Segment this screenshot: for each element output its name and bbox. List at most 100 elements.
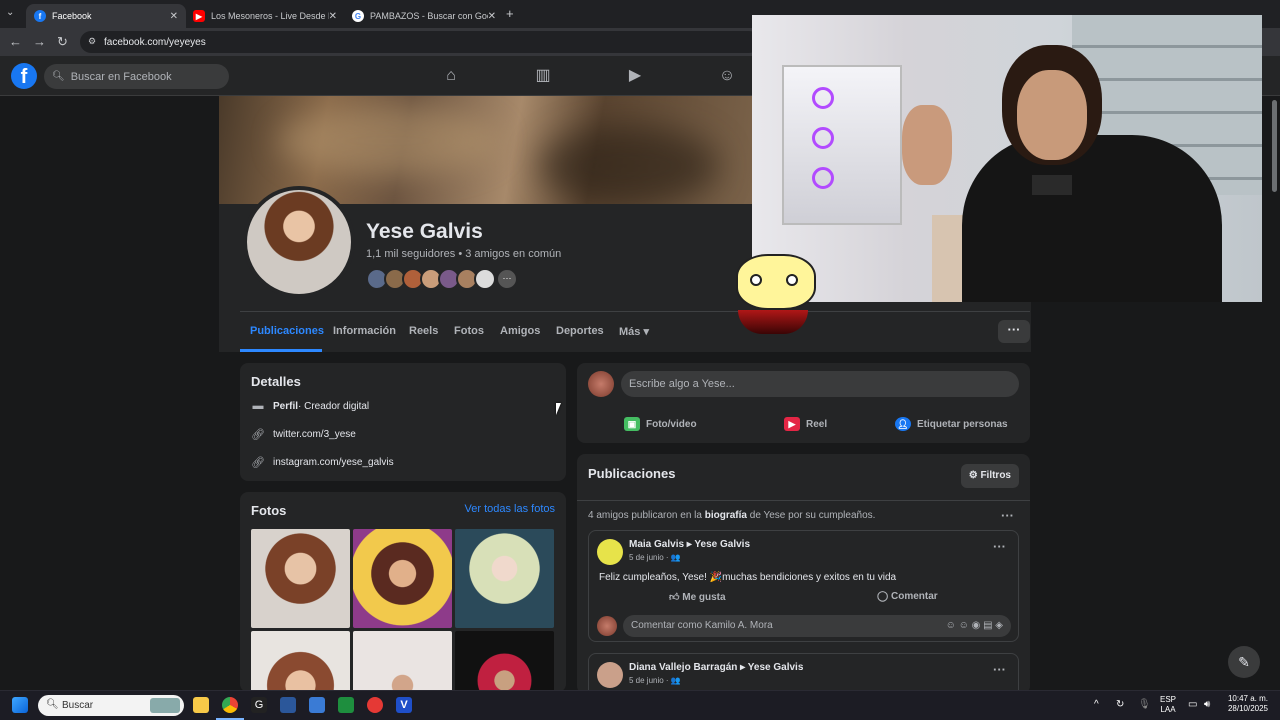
app-icon[interactable] xyxy=(338,697,354,713)
photo-video-button[interactable]: ▣ Foto/video xyxy=(624,417,697,431)
volume-icon[interactable]: 🔊︎ xyxy=(1204,699,1210,710)
post-date[interactable]: 5 de junio · 👥 xyxy=(629,676,681,685)
feeds-icon[interactable]: ▥ xyxy=(534,67,552,85)
post-author-avatar[interactable] xyxy=(597,539,623,565)
post-more-icon[interactable]: ··· xyxy=(993,539,1006,554)
search-placeholder: Buscar en Facebook xyxy=(70,70,172,83)
reload-icon[interactable]: ↻ xyxy=(57,34,68,50)
close-tab-icon[interactable]: ✕ xyxy=(170,11,178,22)
tray-chevron-icon[interactable]: ^ xyxy=(1094,699,1099,710)
site-info-icon[interactable]: ⚙ xyxy=(88,36,96,47)
mascot-sticker xyxy=(728,236,828,336)
close-tab-icon[interactable]: ✕ xyxy=(329,11,337,22)
tab-fotos[interactable]: Fotos xyxy=(454,325,484,337)
new-tab-button[interactable]: + xyxy=(506,6,514,21)
comment-emoji-icons[interactable]: ☺ ☺ ◉ ▤ ◈ xyxy=(946,615,1003,637)
comment-button[interactable]: ◯ Comentar xyxy=(877,591,938,602)
summary-link[interactable]: biografía xyxy=(705,510,747,521)
photo-thumbnail[interactable] xyxy=(353,529,452,628)
back-icon[interactable]: ← xyxy=(9,34,22,49)
tab-mas[interactable]: Más ▾ xyxy=(619,325,649,338)
divider xyxy=(577,500,1030,501)
details-row-instagram[interactable]: 🔗︎ instagram.com/yese_galvis xyxy=(251,456,394,469)
photo-thumbnail[interactable] xyxy=(353,631,452,692)
close-tab-icon[interactable]: ✕ xyxy=(488,11,496,22)
new-message-button[interactable]: ✎ xyxy=(1228,646,1260,678)
details-title: Detalles xyxy=(251,374,301,389)
network-icon[interactable]: ▭ xyxy=(1188,699,1197,710)
birthday-summary: 4 amigos publicaron en la biografía de Y… xyxy=(588,510,875,521)
profile-stats[interactable]: 1,1 mil seguidores • 3 amigos en común xyxy=(366,248,561,260)
tag-people-button[interactable]: 👤︎ Etiquetar personas xyxy=(895,417,1008,431)
facebook-logo-icon[interactable]: f xyxy=(11,63,37,89)
app-icon[interactable] xyxy=(367,697,383,713)
reel-button[interactable]: ▶ Reel xyxy=(784,417,827,431)
like-label: Me gusta xyxy=(682,592,726,603)
windows-taskbar: 🔍︎ Buscar G V ^ ↻ 🎙︎ ESP LAA ▭ 🔊︎ 10:47 … xyxy=(0,690,1280,720)
composer-input[interactable]: Escribe algo a Yese... xyxy=(621,371,1019,397)
windows-start-icon[interactable] xyxy=(12,697,28,713)
webcam-overlay xyxy=(752,15,1262,302)
tab-deportes[interactable]: Deportes xyxy=(556,325,604,337)
friend-avatar[interactable] xyxy=(474,268,496,290)
scrollbar-thumb[interactable] xyxy=(1272,100,1277,192)
tab-youtube[interactable]: ▶ Los Mesoneros - Live Desde Pa ✕ xyxy=(185,4,345,28)
facebook-search-input[interactable]: 🔍︎ Buscar en Facebook xyxy=(44,64,229,89)
details-row-twitter[interactable]: 🔗︎ twitter.com/3_yese xyxy=(251,428,356,441)
tab-amigos[interactable]: Amigos xyxy=(500,325,540,337)
photo-icon: ▣ xyxy=(624,417,640,431)
action-label: Reel xyxy=(806,418,828,430)
post-author-avatar[interactable] xyxy=(597,662,623,688)
search-icon: 🔍︎ xyxy=(46,699,59,710)
file-explorer-icon[interactable] xyxy=(193,697,209,713)
clock[interactable]: 10:47 a. m. 28/10/2025 xyxy=(1228,694,1268,714)
photo-thumbnail[interactable] xyxy=(455,529,554,628)
see-all-photos-link[interactable]: Ver todas las fotos xyxy=(465,503,556,515)
url-field[interactable]: ⚙ facebook.com/yeyeyes xyxy=(80,31,760,53)
calculator-icon[interactable] xyxy=(309,697,325,713)
tab-search-icon[interactable]: ⌄ xyxy=(6,7,14,18)
groups-icon[interactable]: ☺ xyxy=(718,67,736,85)
photos-title: Fotos xyxy=(251,503,287,518)
person-shirt-image xyxy=(962,135,1222,302)
comment-input[interactable]: Comentar como Kamilo A. Mora ☺ ☺ ◉ ▤ ◈ xyxy=(623,615,1011,637)
app-icon[interactable]: V xyxy=(396,697,412,713)
profile-avatar[interactable] xyxy=(243,186,355,298)
tab-informacion[interactable]: Información xyxy=(333,325,396,337)
filters-button[interactable]: ⚙ Filtros xyxy=(960,464,1019,488)
photo-thumbnail[interactable] xyxy=(455,631,554,692)
video-icon[interactable]: ▶ xyxy=(626,67,644,85)
detail-link[interactable]: twitter.com/3_yese xyxy=(273,429,356,440)
forward-icon[interactable]: → xyxy=(33,34,46,49)
tab-facebook[interactable]: f Facebook ✕ xyxy=(26,4,186,28)
tab-reels[interactable]: Reels xyxy=(409,325,438,337)
tab-publicaciones[interactable]: Publicaciones xyxy=(250,325,324,337)
taskbar-search[interactable]: 🔍︎ Buscar xyxy=(38,695,184,716)
summary-text: de Yese por su cumpleaños. xyxy=(746,510,876,521)
more-friends-icon[interactable]: ··· xyxy=(496,268,518,290)
like-button[interactable]: 👍︎ Me gusta xyxy=(669,591,726,603)
post-date[interactable]: 5 de junio · 👥 xyxy=(629,553,681,562)
app-icon[interactable]: G xyxy=(251,697,267,713)
sync-icon[interactable]: ↻ xyxy=(1116,699,1124,710)
profile-more-button[interactable]: ··· xyxy=(998,320,1030,343)
post-author[interactable]: Maia Galvis ▸ Yese Galvis xyxy=(629,539,750,550)
tab-google[interactable]: G PAMBAZOS - Buscar con Goog ✕ xyxy=(344,4,504,28)
home-icon[interactable]: ⌂ xyxy=(442,67,460,85)
comment-icon: ◯ xyxy=(877,591,891,602)
action-label: Foto/video xyxy=(646,418,697,430)
photo-thumbnail[interactable] xyxy=(251,631,350,692)
person-face-image xyxy=(1017,70,1087,160)
app-icon[interactable] xyxy=(280,697,296,713)
mascot-eye xyxy=(750,274,762,286)
post-author[interactable]: Diana Vallejo Barragán ▸ Yese Galvis xyxy=(629,662,803,673)
mic-icon[interactable]: 🎙︎ xyxy=(1138,699,1151,710)
summary-more-icon[interactable]: ··· xyxy=(1001,508,1014,523)
microphone-image xyxy=(1032,175,1072,195)
photo-thumbnail[interactable] xyxy=(251,529,350,628)
post-more-icon[interactable]: ··· xyxy=(993,662,1006,677)
language-indicator[interactable]: ESP LAA xyxy=(1160,695,1176,715)
chrome-icon[interactable] xyxy=(222,697,238,713)
composer-avatar[interactable] xyxy=(588,371,614,397)
detail-link[interactable]: instagram.com/yese_galvis xyxy=(273,457,394,468)
